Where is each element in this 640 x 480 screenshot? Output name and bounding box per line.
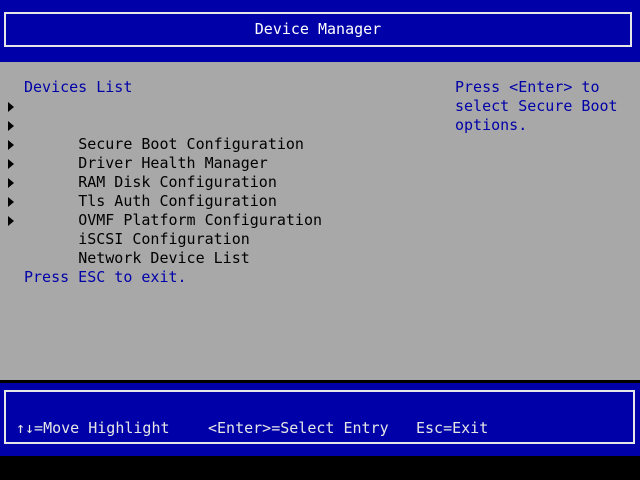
- devices-list: Devices List Secure Boot Configuration D…: [0, 78, 420, 267]
- menu-item-tls-auth[interactable]: Tls Auth Configuration: [0, 154, 420, 210]
- key-help-bar: ↑↓=Move Highlight <Enter>=Select Entry E…: [0, 383, 640, 456]
- move-highlight-hint: ↑↓=Move Highlight: [16, 419, 170, 437]
- menu-item-network-device-list[interactable]: Network Device List: [0, 211, 420, 267]
- bottom-band: [0, 456, 640, 480]
- triangle-right-icon: [8, 102, 14, 112]
- triangle-right-icon: [8, 178, 14, 188]
- triangle-right-icon: [8, 121, 14, 131]
- help-line: options.: [455, 116, 528, 134]
- help-line: Press <Enter> to: [455, 78, 600, 96]
- exit-hint: Press ESC to exit.: [24, 268, 187, 286]
- menu-item-ram-disk[interactable]: RAM Disk Configuration: [0, 135, 420, 191]
- menu-item-secure-boot[interactable]: Secure Boot Configuration: [0, 97, 420, 153]
- menu-item-ovmf-platform[interactable]: OVMF Platform Configuration: [0, 173, 420, 229]
- menu-item-iscsi[interactable]: iSCSI Configuration: [0, 192, 420, 248]
- menu-item-label: Network Device List: [78, 249, 250, 267]
- triangle-right-icon: [8, 140, 14, 150]
- help-line: select Secure Boot: [455, 97, 618, 115]
- triangle-right-icon: [8, 216, 14, 226]
- select-entry-hint: <Enter>=Select Entry: [208, 419, 389, 437]
- menu-item-driver-health[interactable]: Driver Health Manager: [0, 116, 420, 172]
- page-title: Device Manager: [254, 20, 382, 38]
- esc-exit-hint: Esc=Exit: [416, 419, 489, 437]
- menu-item-label: iSCSI Configuration: [78, 230, 250, 248]
- main-panel: Devices List Secure Boot Configuration D…: [0, 62, 640, 380]
- help-text: Press <Enter> to select Secure Boot opti…: [455, 78, 635, 135]
- triangle-right-icon: [8, 197, 14, 207]
- title-frame: Device Manager: [4, 12, 632, 47]
- title-bar: Device Manager: [0, 0, 640, 62]
- triangle-right-icon: [8, 159, 14, 169]
- devices-list-heading: Devices List: [24, 78, 133, 96]
